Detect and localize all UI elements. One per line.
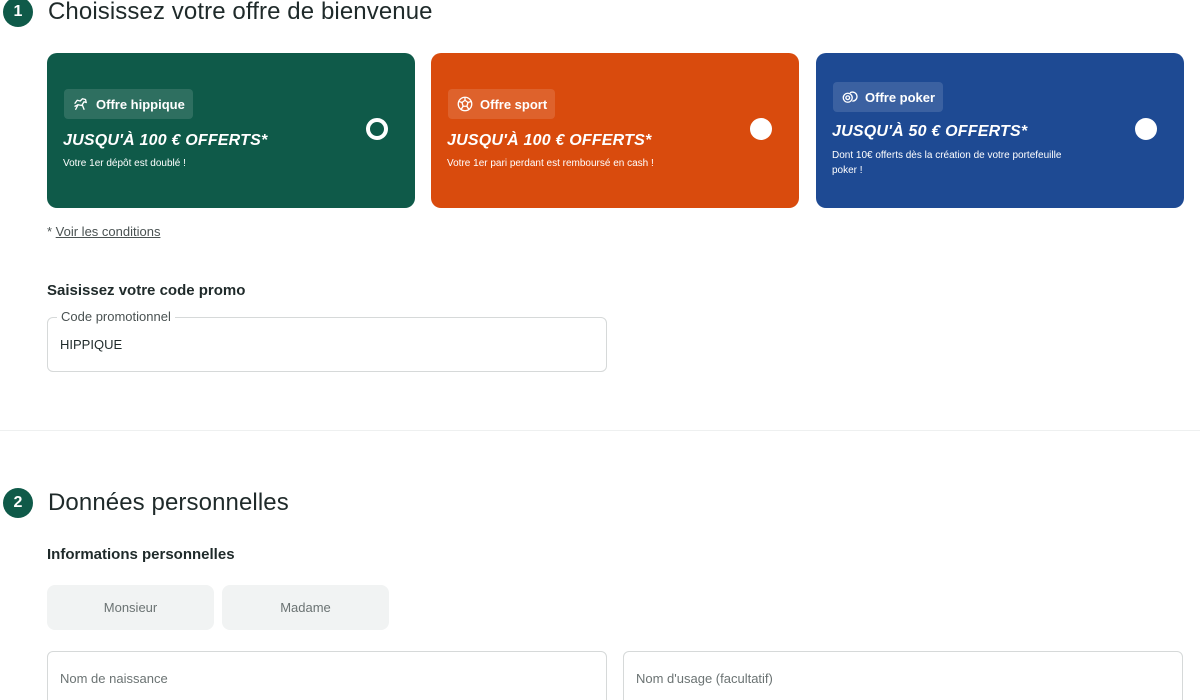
conditions-prefix: *: [47, 224, 56, 239]
offer-description: Votre 1er dépôt est doublé !: [63, 158, 186, 169]
offer-amount: JUSQU'À 50 € OFFERTS*: [832, 123, 1028, 140]
offer-card-sport[interactable]: Offre sport JUSQU'À 100 € OFFERTS* Votre…: [431, 53, 799, 208]
promo-code-value: HIPPIQUE: [60, 337, 123, 352]
birth-name-placeholder: Nom de naissance: [60, 671, 168, 686]
step2-header: 2 Données personnelles: [0, 488, 289, 518]
step2-title: Données personnelles: [48, 489, 289, 516]
offer-radio-poker[interactable]: [1135, 118, 1157, 140]
offer-radio-sport[interactable]: [750, 118, 772, 140]
step2-number-badge: 2: [3, 488, 33, 518]
usage-name-input[interactable]: Nom d'usage (facultatif): [623, 651, 1183, 700]
offer-description: Dont 10€ offerts dès la création de votr…: [832, 150, 1062, 176]
section-divider: [0, 430, 1200, 431]
offer-tag-label: Offre hippique: [96, 96, 185, 112]
offer-radio-hippique[interactable]: [366, 118, 388, 140]
offer-tag-hippique: Offre hippique: [64, 89, 193, 119]
offer-tag-sport: Offre sport: [448, 89, 556, 119]
personal-info-subtitle: Informations personnelles: [47, 546, 235, 563]
usage-name-placeholder: Nom d'usage (facultatif): [636, 671, 773, 686]
offer-tag-label: Offre sport: [480, 96, 548, 112]
poker-chips-icon: [842, 91, 858, 103]
civility-monsieur-button[interactable]: Monsieur: [47, 585, 214, 630]
promo-section-title: Saisissez votre code promo: [47, 282, 246, 299]
conditions-link[interactable]: Voir les conditions: [56, 224, 161, 239]
promo-code-label: Code promotionnel: [57, 309, 175, 324]
conditions-note: * Voir les conditions: [47, 224, 160, 239]
step1-number-badge: 1: [3, 0, 33, 27]
offer-card-hippique[interactable]: Offre hippique JUSQU'À 100 € OFFERTS* Vo…: [47, 53, 415, 208]
promo-code-input[interactable]: Code promotionnel HIPPIQUE: [47, 309, 607, 372]
offer-description: Votre 1er pari perdant est remboursé en …: [447, 158, 654, 169]
birth-name-input[interactable]: Nom de naissance: [47, 651, 607, 700]
offer-amount: JUSQU'À 100 € OFFERTS*: [63, 132, 268, 149]
step1-title: Choisissez votre offre de bienvenue: [48, 0, 433, 25]
soccer-ball-icon: [457, 96, 473, 112]
horse-icon: [74, 98, 87, 110]
offer-card-poker[interactable]: Offre poker JUSQU'À 50 € OFFERTS* Dont 1…: [816, 53, 1184, 208]
civility-madame-button[interactable]: Madame: [222, 585, 389, 630]
step1-header: 1 Choisissez votre offre de bienvenue: [0, 0, 433, 27]
offer-tag-poker: Offre poker: [833, 82, 944, 112]
registration-page: 1 Choisissez votre offre de bienvenue Of…: [0, 0, 1200, 700]
offer-amount: JUSQU'À 100 € OFFERTS*: [447, 132, 652, 149]
offer-tag-label: Offre poker: [865, 89, 936, 105]
